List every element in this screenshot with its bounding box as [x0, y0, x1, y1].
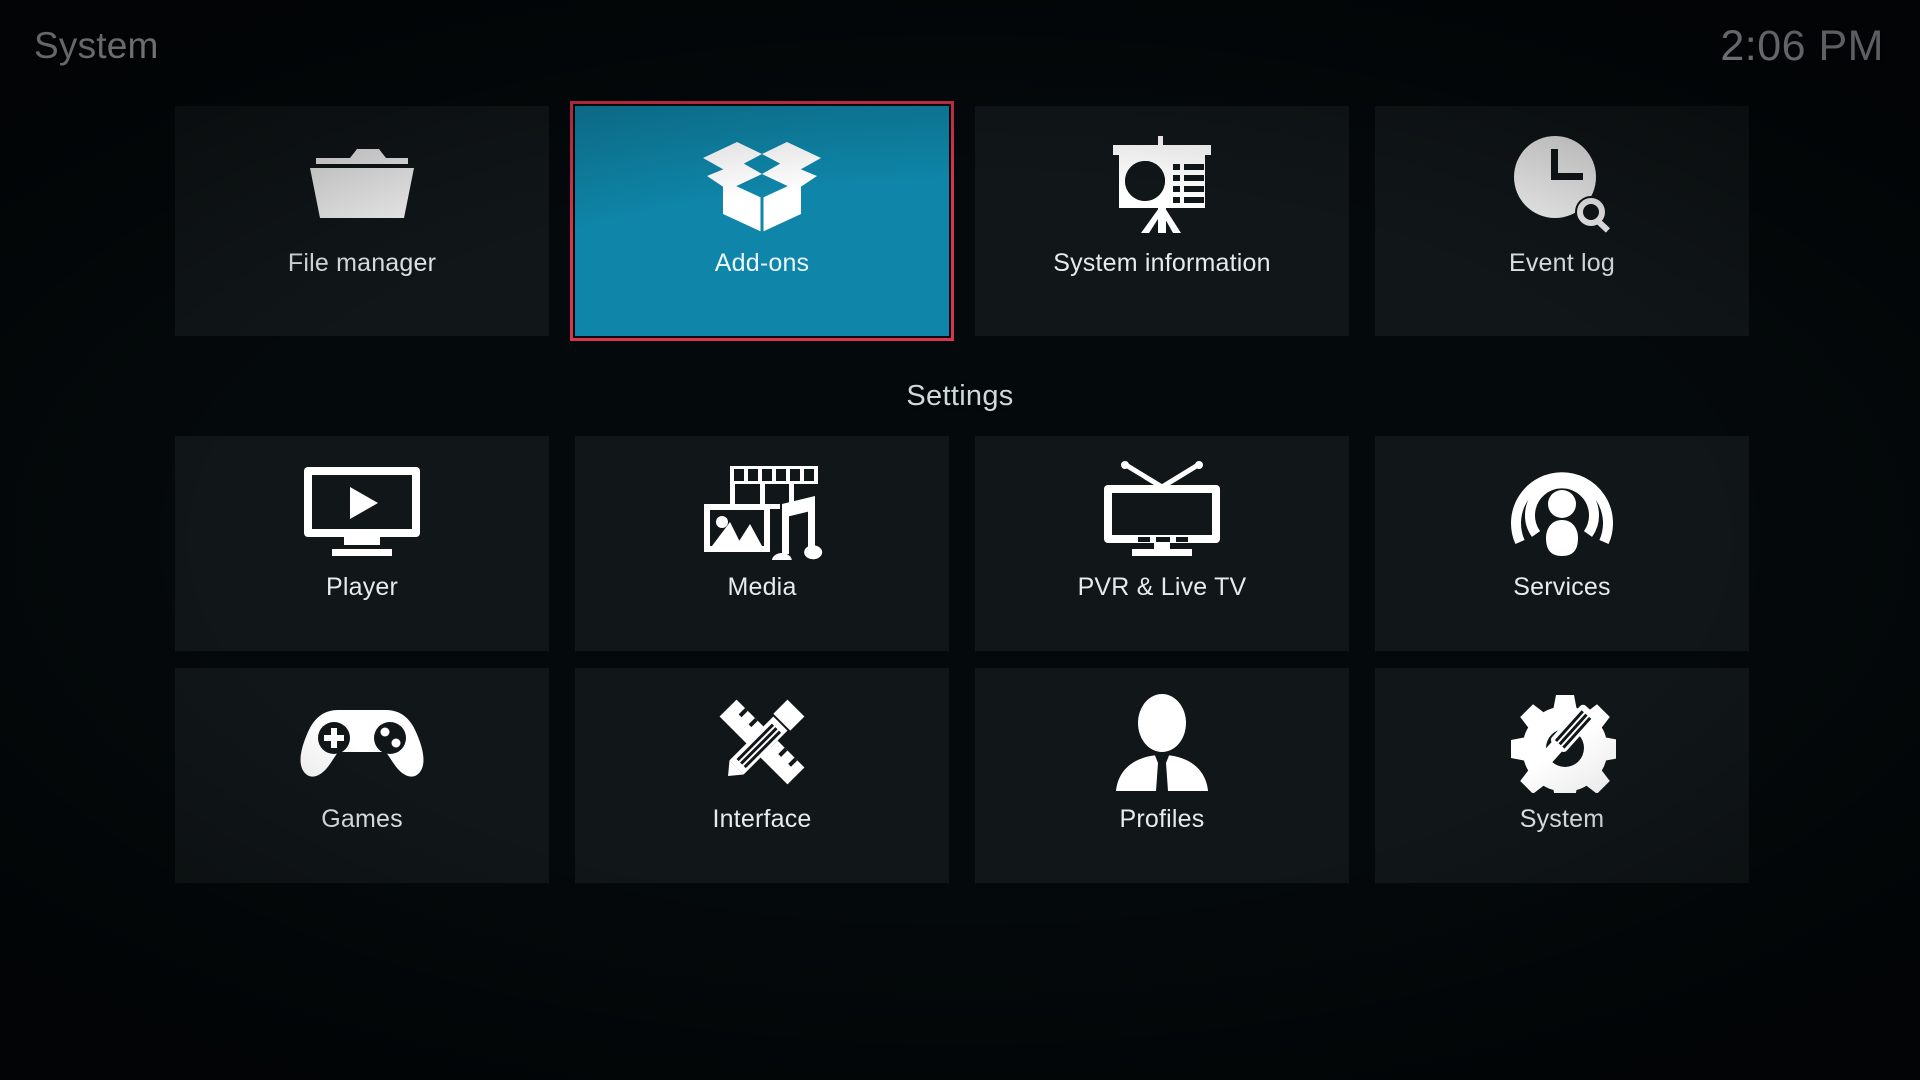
tile-event-log[interactable]: Event log — [1375, 106, 1749, 336]
tile-label: Media — [727, 573, 797, 601]
tile-add-ons[interactable]: Add-ons — [570, 101, 954, 341]
tile-pvr-live-tv[interactable]: PVR & Live TV — [975, 436, 1349, 651]
tile-system-information[interactable]: System information — [975, 106, 1349, 336]
tile-label: Interface — [712, 805, 812, 833]
tile-system[interactable]: System — [1375, 668, 1749, 883]
media-library-icon — [682, 460, 842, 560]
tile-interface[interactable]: Interface — [575, 668, 949, 883]
tile-label: PVR & Live TV — [1077, 573, 1247, 601]
tile-file-manager[interactable]: File manager — [175, 106, 549, 336]
tile-player[interactable]: Player — [175, 436, 549, 651]
clock: 2:06 PM — [1720, 21, 1884, 70]
tile-label: Player — [325, 573, 399, 601]
tile-label: Services — [1513, 573, 1611, 601]
tile-label: System — [1519, 805, 1605, 833]
top-bar: System 2:06 PM — [0, 0, 1920, 92]
top-row: File manager Add-ons System information … — [175, 101, 1750, 341]
tile-label: Profiles — [1119, 805, 1205, 833]
settings-row-1: Player Media PVR & Live TV Services — [175, 436, 1750, 651]
monitor-play-icon — [282, 460, 442, 560]
gear-screwdriver-icon — [1482, 692, 1642, 793]
folder-icon — [282, 132, 442, 236]
open-box-icon — [682, 132, 842, 236]
tile-media[interactable]: Media — [575, 436, 949, 651]
tile-label: Add-ons — [714, 249, 810, 277]
gamepad-icon — [282, 692, 442, 792]
clock-search-icon — [1482, 132, 1642, 236]
tile-label: System information — [1053, 249, 1271, 277]
settings-row-2: Games Interface Profiles System — [175, 668, 1750, 883]
tv-antenna-icon — [1082, 460, 1242, 560]
kodi-system-screen: System 2:06 PM File manager Add-ons Syst… — [0, 0, 1920, 1080]
tile-games[interactable]: Games — [175, 668, 549, 883]
person-icon — [1082, 692, 1242, 792]
page-title: System — [34, 25, 159, 66]
pencil-ruler-icon — [682, 692, 842, 792]
tile-profiles[interactable]: Profiles — [975, 668, 1349, 883]
tile-label: Event log — [1508, 249, 1616, 277]
tile-services[interactable]: Services — [1375, 436, 1749, 651]
settings-heading: Settings — [906, 380, 1014, 412]
broadcast-icon — [1482, 460, 1642, 560]
presentation-icon — [1082, 132, 1242, 236]
tile-label: File manager — [287, 249, 437, 277]
tile-label: Games — [321, 805, 403, 833]
